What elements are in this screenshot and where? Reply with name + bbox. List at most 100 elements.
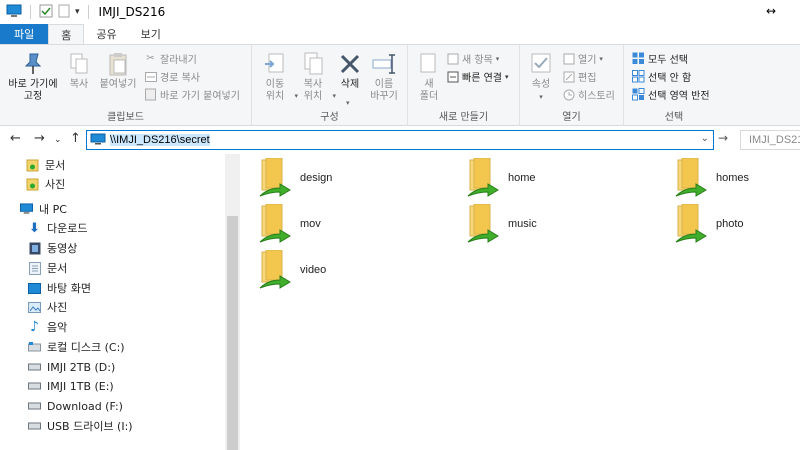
paste-label: 붙여넣기	[99, 79, 137, 90]
new-folder-button[interactable]: 새 폴더	[414, 51, 444, 103]
folder-item[interactable]: mov	[258, 204, 321, 244]
documents-icon	[28, 261, 41, 275]
nav-item-drive-d[interactable]: IMJI 2TB (D:)	[28, 357, 115, 377]
paste-shortcut-button[interactable]: 바로 가기 붙여넣기	[144, 87, 240, 102]
folder-name: home	[508, 172, 536, 184]
nav-item-drive-f[interactable]: Download (F:)	[28, 396, 123, 416]
new-group: 새 폴더 새 항목 ▾ 빠른 연결 ▾ 새로 만들기	[408, 45, 520, 126]
usb-drive-icon	[28, 420, 41, 433]
nav-item-label: 동영상	[47, 242, 78, 255]
nav-item-documents[interactable]: 문서	[28, 258, 67, 278]
shared-folder-icon	[467, 158, 499, 197]
nav-item-label: 사진	[45, 178, 66, 191]
delete-button[interactable]: 삭제 ▾	[336, 51, 364, 107]
nav-item-this-pc[interactable]: 내 PC	[20, 199, 67, 219]
nav-item-label: USB 드라이브 (I:)	[47, 420, 133, 433]
copy-button[interactable]: 복사	[64, 51, 94, 91]
shared-folder-icon	[259, 158, 291, 197]
tab-view[interactable]: 보기	[129, 24, 173, 44]
move-to-icon	[261, 51, 289, 77]
tab-share[interactable]: 공유	[84, 24, 128, 44]
nav-item-downloads[interactable]: ⬇ 다운로드	[28, 218, 87, 238]
shared-folder-icon	[467, 204, 499, 243]
folder-item[interactable]: video	[258, 250, 326, 290]
address-bar[interactable]: \\IMJI_DS216\secret ⌄	[86, 130, 714, 150]
folder-item[interactable]: photo	[674, 204, 744, 244]
nav-item-documents-quick[interactable]: 문서	[26, 155, 65, 175]
copy-path-button[interactable]: 경로 복사	[144, 69, 200, 84]
properties-icon[interactable]	[39, 4, 53, 21]
new-group-label: 새로 만들기	[438, 112, 489, 123]
delete-icon	[336, 51, 364, 77]
forward-icon[interactable]: →	[34, 131, 45, 146]
title-bar: ▾ IMJI_DS216 ↔	[0, 0, 800, 24]
address-dropdown-icon[interactable]: ⌄	[701, 133, 709, 144]
folder-item[interactable]: home	[466, 158, 536, 198]
folder-item[interactable]: design	[258, 158, 332, 198]
nav-item-pictures[interactable]: 사진	[28, 297, 67, 317]
clipboard-group: 바로 가기에 고정 복사 붙여넣기 ✂ 잘라내기 경로 복사 바로 가기 붙여넣…	[0, 45, 252, 126]
nav-item-drive-e[interactable]: IMJI 1TB (E:)	[28, 376, 114, 396]
tab-home[interactable]: 홈	[48, 24, 85, 45]
folder-name: photo	[716, 218, 744, 230]
edit-button[interactable]: 편집	[562, 69, 596, 84]
back-icon[interactable]: ←	[10, 131, 21, 146]
invert-selection-button[interactable]: 선택 영역 반전	[632, 87, 710, 102]
folder-item[interactable]: music	[466, 204, 537, 244]
nav-item-usb-i[interactable]: USB 드라이브 (I:)	[28, 416, 133, 436]
search-placeholder: IMJI_DS216	[749, 134, 800, 146]
recent-locations-icon[interactable]: ⌄	[54, 135, 62, 145]
easy-access-icon	[446, 70, 459, 83]
nav-item-local-disk-c[interactable]: 로컬 디스크 (C:)	[28, 337, 125, 357]
open-button[interactable]: 열기 ▾	[562, 51, 603, 66]
copy-path-icon	[144, 70, 157, 83]
nav-item-label: IMJI 1TB (E:)	[47, 379, 114, 393]
up-icon[interactable]: ↑	[70, 131, 81, 146]
properties-button[interactable]: 속성 ▾	[526, 51, 556, 103]
new-folder-icon[interactable]	[57, 4, 71, 21]
history-button[interactable]: 히스토리	[562, 87, 615, 102]
nav-item-videos[interactable]: 동영상	[28, 238, 77, 258]
edit-label: 편집	[578, 73, 597, 84]
copy-to-button[interactable]: 복사 위치 ▾	[296, 51, 336, 103]
select-none-button[interactable]: 선택 안 함	[632, 69, 691, 84]
videos-icon	[28, 242, 41, 255]
tab-file[interactable]: 파일	[0, 24, 49, 44]
paste-shortcut-label: 바로 가기 붙여넣기	[160, 91, 240, 102]
go-icon[interactable]: →	[718, 131, 728, 145]
shared-folder-icon	[675, 204, 707, 243]
rename-button[interactable]: 이름 바꾸기	[366, 51, 402, 103]
new-item-icon	[446, 52, 459, 65]
new-folder-label: 새 폴더	[419, 79, 439, 102]
nav-item-label: 사진	[47, 301, 68, 314]
nav-item-desktop[interactable]: 바탕 화면	[28, 278, 91, 298]
paste-button[interactable]: 붙여넣기	[98, 51, 138, 91]
search-input[interactable]: IMJI_DS216	[740, 130, 800, 150]
invert-selection-icon	[632, 88, 645, 101]
rename-label: 이름 바꾸기	[370, 79, 398, 102]
move-to-label: 이동 위치	[265, 79, 285, 102]
select-none-label: 선택 안 함	[648, 73, 692, 84]
folder-item[interactable]: homes	[674, 158, 749, 198]
scissors-icon: ✂	[146, 53, 155, 64]
nav-item-label: 내 PC	[39, 203, 67, 216]
resize-icon: ↔	[765, 4, 776, 18]
scrollbar-thumb[interactable]	[227, 216, 238, 450]
pin-quick-access-button[interactable]: 바로 가기에 고정	[6, 51, 60, 103]
select-none-icon	[632, 70, 645, 83]
nav-item-music[interactable]: ♪ 음악	[28, 317, 67, 337]
nav-pane-scrollbar[interactable]	[225, 154, 240, 450]
drive-icon	[28, 400, 41, 413]
select-all-button[interactable]: 모두 선택	[632, 51, 688, 66]
easy-access-button[interactable]: 빠른 연결 ▾	[446, 69, 509, 84]
new-item-label: 새 항목	[462, 55, 493, 66]
history-icon	[562, 88, 575, 101]
chevron-down-icon[interactable]: ▾	[75, 7, 80, 17]
folder-name: mov	[300, 218, 321, 230]
new-item-button[interactable]: 새 항목 ▾	[446, 51, 499, 66]
network-location-icon	[90, 133, 106, 148]
move-to-button[interactable]: 이동 위치 ▾	[258, 51, 298, 103]
copy-to-label: 복사 위치	[303, 79, 323, 102]
cut-button[interactable]: ✂ 잘라내기	[144, 51, 197, 66]
nav-item-pictures-quick[interactable]: 사진	[26, 174, 65, 194]
